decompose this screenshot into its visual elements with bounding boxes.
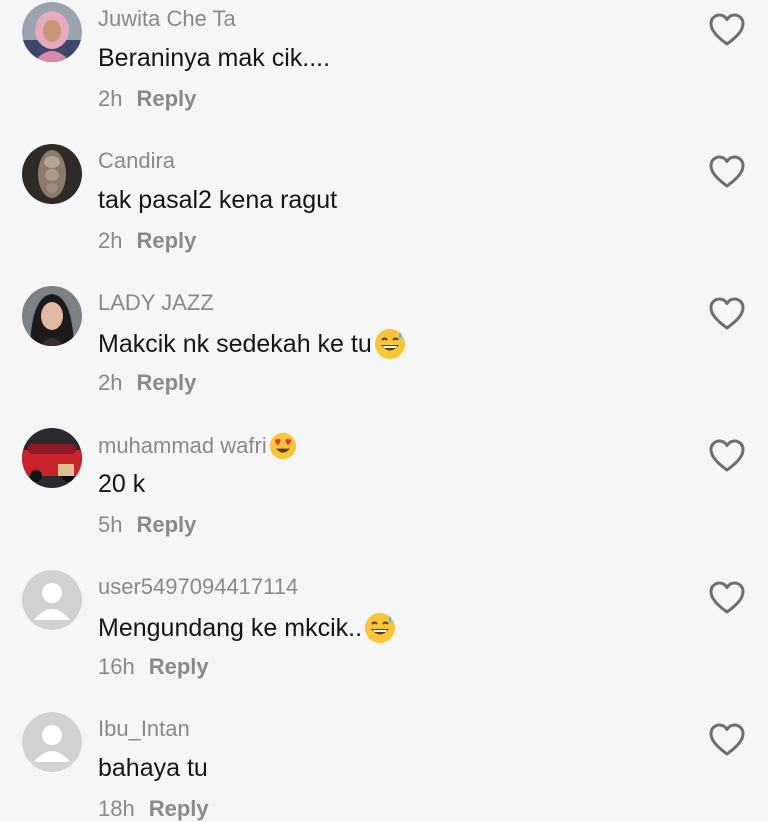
username[interactable]: Candira: [98, 148, 175, 174]
reply-button[interactable]: Reply: [136, 86, 196, 111]
comment-meta: 18h Reply: [98, 796, 209, 822]
comment-item: user5497094417114 Mengundang ke mkcik.. …: [0, 568, 768, 710]
timestamp: 16h: [98, 654, 135, 679]
default-user-icon[interactable]: [22, 570, 82, 630]
avatar[interactable]: [22, 428, 82, 488]
username[interactable]: LADY JAZZ: [98, 290, 214, 316]
username-text[interactable]: user5497094417114: [98, 574, 298, 600]
username-text[interactable]: Juwita Che Ta: [98, 6, 236, 32]
username[interactable]: Ibu_Intan: [98, 716, 190, 742]
heart-icon[interactable]: [708, 12, 746, 48]
comment-text-content: Makcik nk sedekah ke tu: [98, 329, 372, 358]
comment-item: muhammad wafri 20 k 5h Reply: [0, 426, 768, 568]
comment-text-content: bahaya tu: [98, 754, 208, 782]
comment-text-content: 20 k: [98, 470, 146, 498]
comment-text: 20 k: [98, 470, 145, 499]
comment-text: Mengundang ke mkcik..: [98, 612, 396, 644]
comment-item: LADY JAZZ Makcik nk sedekah ke tu 2h Repl…: [0, 284, 768, 426]
heart-icon[interactable]: [708, 154, 746, 190]
comment-text: tak pasal2 kena ragut: [98, 186, 337, 215]
comment-list: Juwita Che Ta Beraninya mak cik.... 2h Re…: [0, 0, 768, 822]
comment-item: Ibu_Intan bahaya tu 18h Reply: [0, 710, 768, 822]
comment-meta: 16h Reply: [98, 654, 209, 680]
comment-text-content: tak pasal2 kena ragut: [98, 186, 338, 214]
username-text[interactable]: Candira: [98, 148, 175, 174]
comment-item: Candira tak pasal2 kena ragut 2h Reply: [0, 142, 768, 284]
comment-text-content: Mengundang ke mkcik..: [98, 613, 363, 642]
comment-meta: 5h Reply: [98, 512, 196, 538]
heart-icon[interactable]: [708, 296, 746, 332]
heart-eyes-emoji: [269, 432, 296, 460]
reply-button[interactable]: Reply: [136, 370, 196, 395]
comment-text: Makcik nk sedekah ke tu: [98, 328, 406, 360]
timestamp: 2h: [98, 228, 123, 253]
reply-button[interactable]: Reply: [136, 512, 196, 537]
comment-meta: 2h Reply: [98, 370, 196, 396]
comment-meta: 2h Reply: [98, 86, 196, 112]
reply-button[interactable]: Reply: [136, 228, 196, 253]
username-text[interactable]: muhammad wafri: [98, 433, 267, 459]
heart-icon[interactable]: [708, 438, 746, 474]
timestamp: 2h: [98, 370, 123, 395]
reply-button[interactable]: Reply: [149, 654, 209, 679]
comment-text-content: Beraninya mak cik....: [98, 44, 331, 72]
grinning-sweat-emoji: [374, 329, 405, 359]
username-text[interactable]: LADY JAZZ: [98, 290, 214, 316]
reply-button[interactable]: Reply: [149, 796, 209, 821]
username[interactable]: Juwita Che Ta: [98, 6, 236, 32]
heart-icon[interactable]: [708, 722, 746, 758]
username[interactable]: muhammad wafri: [98, 432, 297, 460]
username-text[interactable]: Ibu_Intan: [98, 716, 190, 742]
default-user-icon[interactable]: [22, 712, 82, 772]
avatar[interactable]: [22, 2, 82, 62]
grinning-sweat-emoji: [365, 613, 396, 643]
timestamp: 2h: [98, 86, 123, 111]
comment-item: Juwita Che Ta Beraninya mak cik.... 2h Re…: [0, 0, 768, 142]
comment-text: bahaya tu: [98, 754, 208, 783]
comment-meta: 2h Reply: [98, 228, 196, 254]
timestamp: 5h: [98, 512, 123, 537]
heart-icon[interactable]: [708, 580, 746, 616]
username[interactable]: user5497094417114: [98, 574, 298, 600]
timestamp: 18h: [98, 796, 135, 821]
avatar[interactable]: [22, 144, 82, 204]
comment-text: Beraninya mak cik....: [98, 44, 330, 73]
avatar[interactable]: [22, 286, 82, 346]
